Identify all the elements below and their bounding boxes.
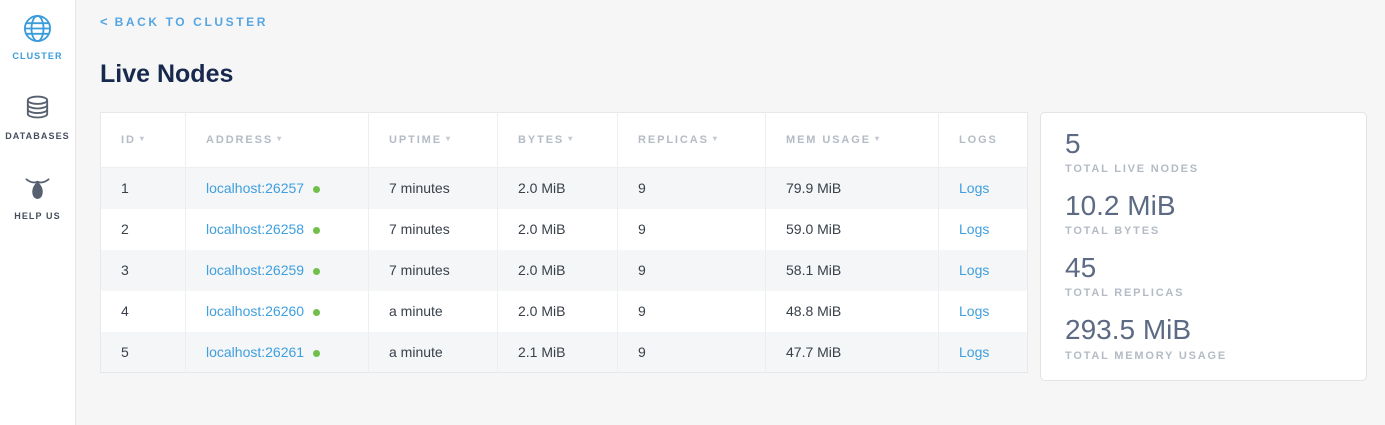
table-row: 2 localhost:26258 7 minutes 2.0 MiB 9 59… (101, 209, 1028, 250)
node-replicas-cell: 9 (618, 168, 766, 209)
node-address-link[interactable]: localhost:26258 (206, 221, 304, 237)
node-logs-cell: Logs (939, 291, 1028, 332)
node-live-status-dot (313, 186, 320, 193)
column-header-mem-usage[interactable]: MEM USAGE▾ (766, 113, 939, 168)
column-header-bytes[interactable]: BYTES▾ (498, 113, 618, 168)
node-logs-cell: Logs (939, 250, 1028, 291)
node-logs-cell: Logs (939, 332, 1028, 373)
node-mem-usage-cell: 47.7 MiB (766, 332, 939, 373)
node-uptime-cell: a minute (369, 291, 498, 332)
node-id-cell: 3 (101, 250, 186, 291)
node-replicas-cell: 9 (618, 209, 766, 250)
node-uptime-cell: a minute (369, 332, 498, 373)
sidebar-item-label: HELP US (14, 211, 61, 221)
column-header-replicas[interactable]: REPLICAS▾ (618, 113, 766, 168)
logs-link[interactable]: Logs (959, 344, 989, 360)
main-content: < BACK TO CLUSTER Live Nodes ID▾ ADDRESS… (76, 0, 1385, 425)
stat-value: 5 (1065, 127, 1342, 161)
node-address-cell: localhost:26261 (186, 332, 369, 373)
node-mem-usage-cell: 59.0 MiB (766, 209, 939, 250)
back-link-label: BACK TO CLUSTER (115, 15, 268, 29)
column-header-uptime[interactable]: UPTIME▾ (369, 113, 498, 168)
sidebar: CLUSTER DATABASES HELP US (0, 0, 76, 425)
logs-link[interactable]: Logs (959, 221, 989, 237)
sidebar-item-label: DATABASES (5, 131, 70, 141)
node-live-status-dot (313, 227, 320, 234)
node-address-cell: localhost:26259 (186, 250, 369, 291)
summary-panel: 5 TOTAL LIVE NODES 10.2 MiB TOTAL BYTES … (1040, 112, 1367, 381)
node-address-link[interactable]: localhost:26257 (206, 180, 304, 196)
stat-label: TOTAL MEMORY USAGE (1065, 350, 1342, 362)
node-address-cell: localhost:26260 (186, 291, 369, 332)
node-bytes-cell: 2.0 MiB (498, 168, 618, 209)
column-header-logs: LOGS (939, 113, 1028, 168)
node-mem-usage-cell: 79.9 MiB (766, 168, 939, 209)
logs-link[interactable]: Logs (959, 180, 989, 196)
node-address-link[interactable]: localhost:26259 (206, 262, 304, 278)
table-header-row: ID▾ ADDRESS▾ UPTIME▾ BYTES▾ REPLICAS▾ ME… (101, 113, 1028, 168)
node-uptime-cell: 7 minutes (369, 168, 498, 209)
sort-arrow-icon: ▾ (446, 134, 452, 143)
node-id-cell: 1 (101, 168, 186, 209)
sort-arrow-icon: ▾ (713, 134, 719, 143)
sidebar-item-label: CLUSTER (12, 51, 62, 61)
page-title: Live Nodes (100, 60, 1367, 89)
stat-value: 293.5 MiB (1065, 313, 1342, 347)
stat-total-bytes: 10.2 MiB TOTAL BYTES (1065, 189, 1342, 237)
logs-link[interactable]: Logs (959, 303, 989, 319)
bug-icon (22, 173, 53, 204)
node-bytes-cell: 2.0 MiB (498, 209, 618, 250)
node-address-link[interactable]: localhost:26261 (206, 344, 304, 360)
logs-link[interactable]: Logs (959, 262, 989, 278)
column-header-address[interactable]: ADDRESS▾ (186, 113, 369, 168)
table-row: 4 localhost:26260 a minute 2.0 MiB 9 48.… (101, 291, 1028, 332)
stat-label: TOTAL REPLICAS (1065, 287, 1342, 299)
sort-arrow-icon: ▾ (875, 134, 881, 143)
globe-icon (22, 13, 53, 44)
sidebar-item-help-us[interactable]: HELP US (14, 173, 61, 221)
node-address-link[interactable]: localhost:26260 (206, 303, 304, 319)
sort-arrow-icon: ▾ (140, 134, 146, 143)
database-icon (22, 93, 53, 124)
node-id-cell: 5 (101, 332, 186, 373)
sidebar-item-cluster[interactable]: CLUSTER (12, 13, 62, 61)
sort-arrow-icon: ▾ (568, 134, 574, 143)
table-row: 1 localhost:26257 7 minutes 2.0 MiB 9 79… (101, 168, 1028, 209)
sidebar-item-databases[interactable]: DATABASES (5, 93, 70, 141)
node-bytes-cell: 2.0 MiB (498, 250, 618, 291)
stat-total-memory-usage: 293.5 MiB TOTAL MEMORY USAGE (1065, 313, 1342, 361)
node-live-status-dot (313, 350, 320, 357)
node-bytes-cell: 2.0 MiB (498, 291, 618, 332)
node-replicas-cell: 9 (618, 332, 766, 373)
node-logs-cell: Logs (939, 168, 1028, 209)
node-logs-cell: Logs (939, 209, 1028, 250)
table-row: 5 localhost:26261 a minute 2.1 MiB 9 47.… (101, 332, 1028, 373)
stat-label: TOTAL LIVE NODES (1065, 163, 1342, 175)
node-id-cell: 4 (101, 291, 186, 332)
node-replicas-cell: 9 (618, 250, 766, 291)
stat-label: TOTAL BYTES (1065, 225, 1342, 237)
back-chevron-icon: < (100, 14, 108, 29)
live-nodes-table: ID▾ ADDRESS▾ UPTIME▾ BYTES▾ REPLICAS▾ ME… (100, 112, 1028, 373)
node-live-status-dot (313, 309, 320, 316)
node-mem-usage-cell: 58.1 MiB (766, 250, 939, 291)
sort-arrow-icon: ▾ (277, 134, 283, 143)
stat-value: 10.2 MiB (1065, 189, 1342, 223)
table-row: 3 localhost:26259 7 minutes 2.0 MiB 9 58… (101, 250, 1028, 291)
node-uptime-cell: 7 minutes (369, 250, 498, 291)
node-mem-usage-cell: 48.8 MiB (766, 291, 939, 332)
stat-value: 45 (1065, 251, 1342, 285)
node-address-cell: localhost:26258 (186, 209, 369, 250)
main-row: ID▾ ADDRESS▾ UPTIME▾ BYTES▾ REPLICAS▾ ME… (100, 112, 1367, 381)
node-live-status-dot (313, 268, 320, 275)
node-uptime-cell: 7 minutes (369, 209, 498, 250)
back-to-cluster-link[interactable]: < BACK TO CLUSTER (100, 14, 268, 29)
stat-total-replicas: 45 TOTAL REPLICAS (1065, 251, 1342, 299)
stat-total-live-nodes: 5 TOTAL LIVE NODES (1065, 127, 1342, 175)
node-replicas-cell: 9 (618, 291, 766, 332)
node-address-cell: localhost:26257 (186, 168, 369, 209)
column-header-id[interactable]: ID▾ (101, 113, 186, 168)
node-bytes-cell: 2.1 MiB (498, 332, 618, 373)
node-id-cell: 2 (101, 209, 186, 250)
